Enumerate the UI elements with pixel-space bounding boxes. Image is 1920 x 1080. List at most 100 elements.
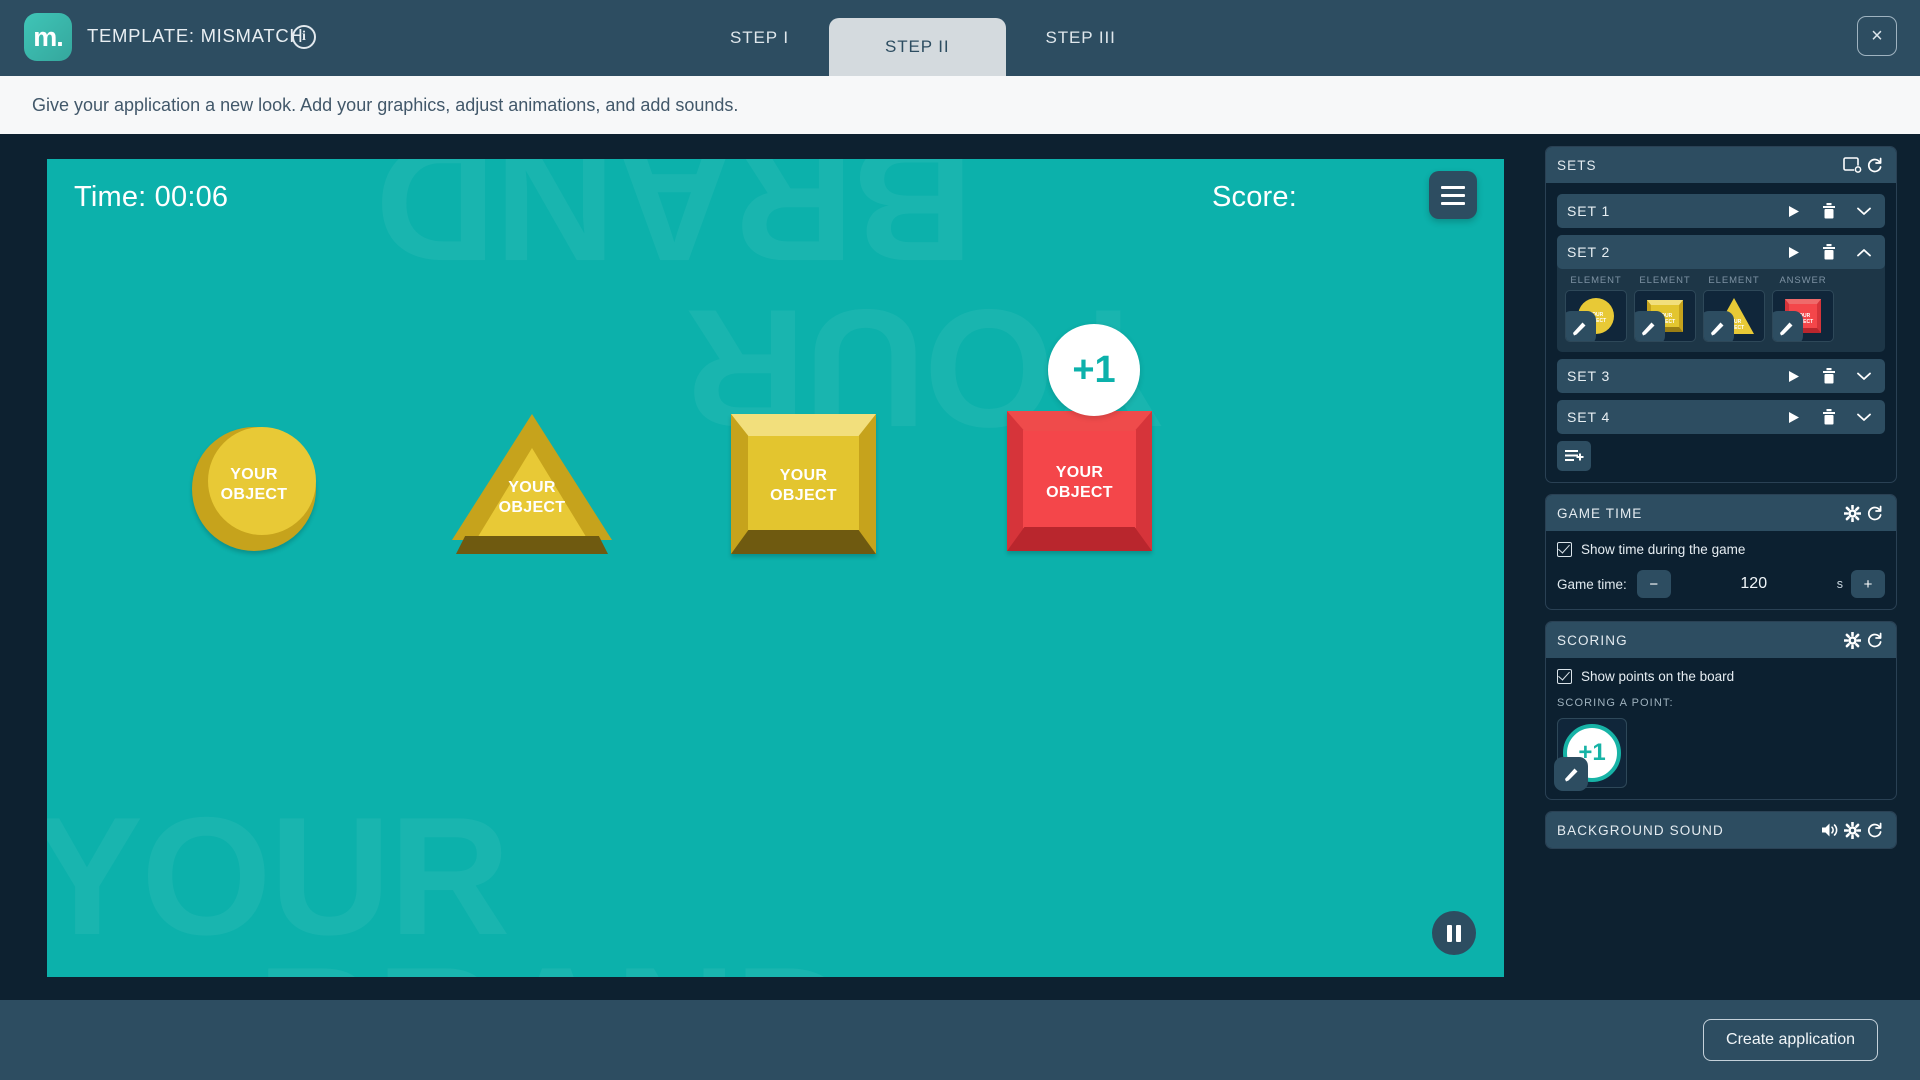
show-points-checkbox[interactable] [1557,669,1572,684]
chevron-up-icon[interactable] [1853,241,1875,263]
show-time-checkbox[interactable] [1557,542,1572,557]
pause-icon[interactable] [1432,911,1476,955]
edit-pencil-icon[interactable] [1704,311,1734,341]
show-points-checkbox-row[interactable]: Show points on the board [1557,669,1885,684]
game-time-increment-button[interactable]: + [1851,570,1885,598]
gear-icon[interactable] [1841,629,1863,651]
show-points-label: Show points on the board [1581,669,1735,684]
game-time-panel: GAME TIME Show time during the game Game… [1545,494,1897,610]
set-name: SET 2 [1567,244,1611,260]
step-tabs: STEP I STEP II STEP III [690,0,1156,76]
tab-step-2[interactable]: STEP II [828,18,1006,76]
page-title: TEMPLATE: MISMATCH [87,25,304,46]
scoring-panel-body: Show points on the board SCORING A POINT… [1546,658,1896,799]
set-2-column-answer: ANSWER YOUR OBJECT [1772,275,1834,342]
set-block-2: SET 2 ELEMENT YOUR OBJECT ELEMENT YOUR O… [1557,235,1885,352]
sets-panel-body: SET 1 SET 2 ELEMENT YOUR OBJECT ELEMENT … [1546,183,1896,482]
delete-icon[interactable] [1818,406,1840,428]
column-caption: ELEMENT [1639,275,1691,286]
scoring-point-thumbnail[interactable]: +1 [1554,718,1627,791]
element-thumbnail[interactable]: YOUR OBJECT [1703,290,1765,342]
sets-panel: SETS SET 1 SET 2 ELEMENT YOUR OBJECT ELE… [1545,146,1897,483]
scoring-panel: SCORING Show points on the board SCORING… [1545,621,1897,800]
reset-icon[interactable] [1863,154,1885,176]
application-window: m. TEMPLATE: MISMATCH i STEP I STEP II S… [0,0,1920,1080]
score-point-badge: +1 [1048,324,1140,416]
play-icon[interactable] [1783,200,1805,222]
set-row-1[interactable]: SET 1 [1557,194,1885,228]
chevron-down-icon[interactable] [1853,406,1875,428]
edit-pencil-icon[interactable] [1566,311,1596,341]
set-name: SET 1 [1567,203,1611,219]
square-inner-shape [1023,430,1136,528]
scoring-panel-title: SCORING [1557,632,1628,648]
game-time-decrement-button[interactable]: − [1636,570,1671,598]
sets-panel-header: SETS [1546,147,1896,183]
set-2-column-element-3: ELEMENT YOUR OBJECT [1703,275,1765,342]
play-icon[interactable] [1783,365,1805,387]
footer-bar: Create application [0,1000,1920,1080]
game-objects: YOUR OBJECT YOUR OBJECT YOUR OBJECT YOUR… [47,159,1504,977]
speaker-icon[interactable] [1819,819,1841,841]
column-caption: ANSWER [1779,275,1827,286]
reset-icon[interactable] [1863,502,1885,524]
edit-pencil-icon[interactable] [1635,311,1665,341]
game-time-panel-body: Show time during the game Game time: − 1… [1546,531,1896,609]
element-thumbnail[interactable]: YOUR OBJECT [1634,290,1696,342]
column-caption: ELEMENT [1570,275,1622,286]
game-object-square-yellow[interactable]: YOUR OBJECT [731,414,876,554]
element-thumbnail[interactable]: YOUR OBJECT [1565,290,1627,342]
scoring-a-point-caption: SCORING A POINT: [1557,697,1674,709]
game-object-square-red[interactable]: YOUR OBJECT [1007,411,1152,551]
delete-icon[interactable] [1818,241,1840,263]
game-time-value[interactable]: 120 [1671,575,1837,593]
gear-icon[interactable] [1841,819,1863,841]
add-set-icon[interactable] [1557,441,1591,471]
window-settings-icon[interactable] [1841,154,1863,176]
show-time-checkbox-row[interactable]: Show time during the game [1557,542,1885,557]
set-2-content: ELEMENT YOUR OBJECT ELEMENT YOUR OBJECT … [1557,269,1885,352]
circle-shape [208,427,316,535]
background-sound-panel: BACKGROUND SOUND [1545,811,1897,849]
set-row-3[interactable]: SET 3 [1557,359,1885,393]
gear-icon[interactable] [1841,502,1863,524]
set-row-4[interactable]: SET 4 [1557,400,1885,434]
create-application-button[interactable]: Create application [1703,1019,1878,1061]
game-object-triangle[interactable]: YOUR OBJECT [452,414,612,554]
instruction-text: Give your application a new look. Add yo… [32,94,739,115]
close-icon[interactable]: × [1857,16,1897,56]
top-bar: m. TEMPLATE: MISMATCH i STEP I STEP II S… [0,0,1920,76]
set-row-2[interactable]: SET 2 [1557,235,1885,269]
triangle-inner-shape [476,448,588,540]
show-time-label: Show time during the game [1581,542,1746,557]
triangle-base-shape [456,536,608,554]
edit-pencil-icon[interactable] [1554,757,1588,791]
chevron-down-icon[interactable] [1853,365,1875,387]
game-time-stepper-row: Game time: − 120 s + [1557,570,1885,598]
tab-step-3[interactable]: STEP III [1006,0,1156,76]
square-top-bevel [731,414,876,436]
column-caption: ELEMENT [1708,275,1760,286]
game-time-panel-header: GAME TIME [1546,495,1896,531]
tab-step-1[interactable]: STEP I [690,0,829,76]
game-time-label: Game time: [1557,576,1627,592]
play-icon[interactable] [1783,241,1805,263]
app-logo: m. [24,13,72,61]
set-name: SET 3 [1567,368,1611,384]
game-preview-canvas[interactable]: BRAND YOUR YOUR BRAND Time: 00:06 Score:… [47,159,1504,977]
game-time-unit: s [1836,577,1843,591]
game-object-circle[interactable]: YOUR OBJECT [192,427,316,551]
delete-icon[interactable] [1818,365,1840,387]
reset-icon[interactable] [1863,629,1885,651]
delete-icon[interactable] [1818,200,1840,222]
square-bottom-bevel [731,530,876,554]
instruction-bar: Give your application a new look. Add yo… [0,76,1920,134]
set-2-element-grid: ELEMENT YOUR OBJECT ELEMENT YOUR OBJECT … [1565,275,1877,342]
square-bottom-bevel [1007,527,1152,551]
play-icon[interactable] [1783,406,1805,428]
chevron-down-icon[interactable] [1853,200,1875,222]
info-icon[interactable]: i [292,25,316,49]
edit-pencil-icon[interactable] [1773,311,1803,341]
reset-icon[interactable] [1863,819,1885,841]
answer-thumbnail[interactable]: YOUR OBJECT [1772,290,1834,342]
